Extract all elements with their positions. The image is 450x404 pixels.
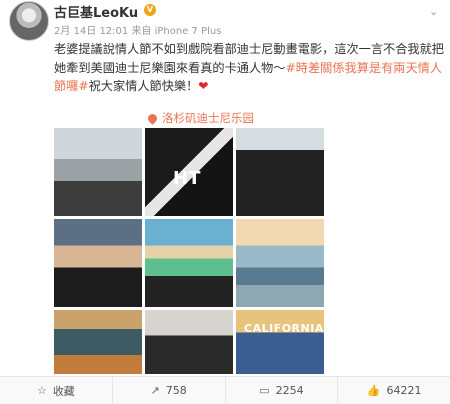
photo-lake-wheel[interactable] [236, 219, 324, 307]
repost-icon: ↗ [150, 384, 160, 397]
location-label: 洛杉矶迪士尼乐园 [162, 111, 254, 125]
photo-california-adventure[interactable]: CALIFORNIA [236, 310, 324, 374]
vip-badge-icon: V [144, 4, 156, 16]
location-link[interactable]: 洛杉矶迪士尼乐园 [146, 110, 254, 126]
location-pin-icon [146, 112, 159, 125]
comment-button[interactable]: ▭ 2254 [226, 377, 339, 404]
photo-hand-sign[interactable] [54, 219, 142, 307]
like-button[interactable]: 👍 64221 [338, 377, 450, 404]
comment-count: 2254 [275, 384, 304, 397]
photo-tshirt-park[interactable] [145, 219, 233, 307]
author-name[interactable]: 古巨基LeoKu [54, 2, 138, 21]
avatar[interactable] [9, 1, 49, 41]
repost-button[interactable]: ↗ 758 [113, 377, 226, 404]
repost-count: 758 [165, 384, 187, 397]
favorite-label: 收藏 [52, 384, 75, 398]
thumbs-up-icon: 👍 [366, 384, 381, 397]
photo-carousel[interactable] [54, 310, 142, 374]
photo-overlay-text: HT [173, 168, 201, 189]
chevron-down-icon[interactable]: ⌄ [429, 5, 438, 18]
like-count: 64221 [386, 384, 422, 397]
weibo-post-card: 古巨基LeoKu V 2月 14日 12:01 来自 iPhone 7 Plus… [0, 0, 450, 404]
star-icon: ☆ [36, 384, 47, 397]
post-meta: 2月 14日 12:01 来自 iPhone 7 Plus [54, 26, 222, 37]
post-text-suffix: 祝大家情人節快樂！ [88, 79, 199, 93]
photo-jacket-back[interactable]: HT [145, 128, 233, 216]
action-bar: ☆ 收藏 ↗ 758 ▭ 2254 👍 64221 [0, 376, 450, 404]
comment-icon: ▭ [259, 384, 270, 397]
photo-castle[interactable] [54, 128, 142, 216]
photo-overlay-text: CALIFORNIA [244, 322, 324, 335]
photo-selfie-sunglasses[interactable] [236, 128, 324, 216]
favorite-button[interactable]: ☆ 收藏 [0, 377, 113, 404]
heart-icon: ❤ [198, 79, 209, 93]
post-text: 老婆提議說情人節不如到戲院看部迪士尼動畫電影，這次一言不合我就把她牽到美國迪士尼… [54, 40, 444, 96]
photo-eating[interactable] [145, 310, 233, 374]
